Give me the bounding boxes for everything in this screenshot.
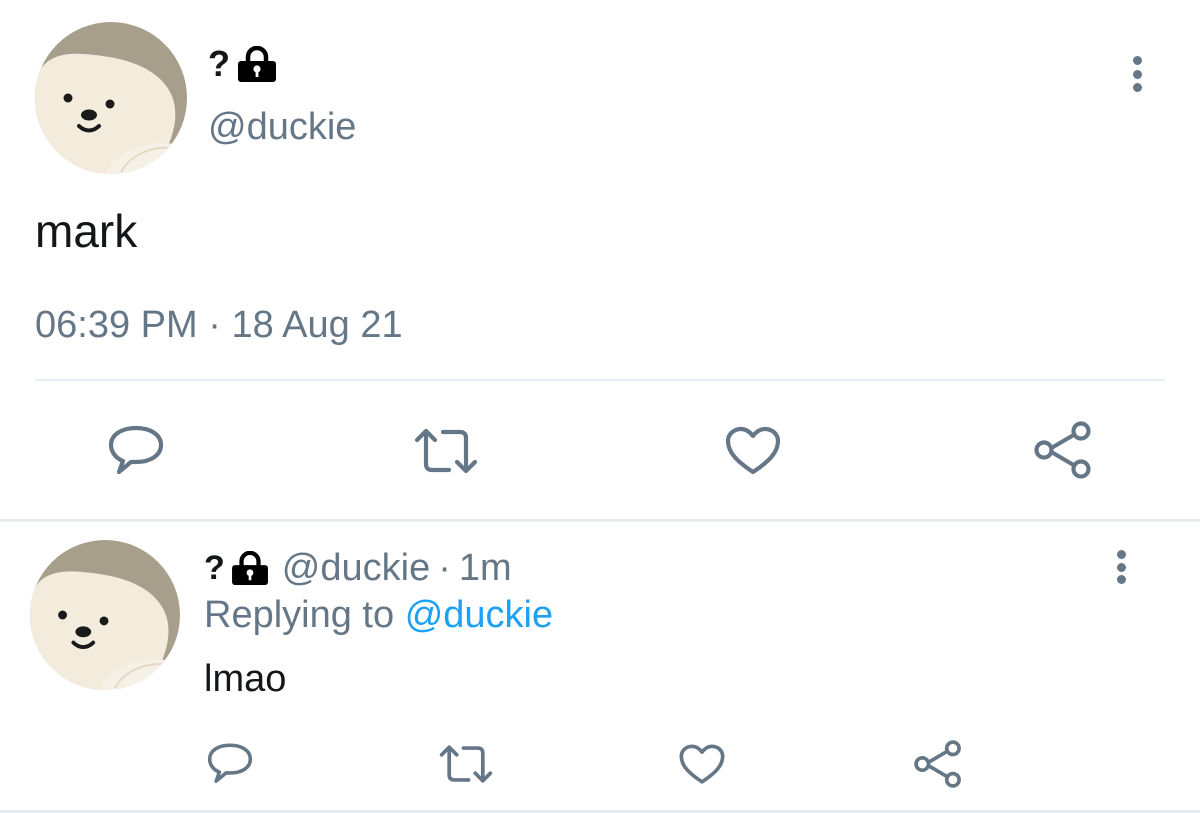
more-options-button[interactable] [1112, 550, 1130, 584]
tweet-text: mark [35, 205, 138, 257]
reply-time[interactable]: 1m [459, 547, 512, 590]
author-name-row: ? [208, 43, 278, 85]
more-vertical-icon [1116, 550, 1126, 559]
lock-icon [236, 46, 278, 82]
retweet-button[interactable] [436, 738, 496, 790]
bear-avatar-icon [30, 540, 180, 690]
retweet-icon [439, 745, 493, 783]
replying-prefix: Replying to [204, 594, 395, 636]
display-name[interactable]: ? [208, 43, 230, 85]
replying-to-link[interactable]: @duckie [405, 594, 553, 636]
reply-icon [108, 425, 164, 475]
more-dot [1116, 562, 1126, 572]
more-dot [1116, 575, 1126, 584]
heart-icon [679, 743, 725, 784]
timestamp-separator: · [208, 304, 221, 346]
author-handle[interactable]: @duckie [208, 106, 356, 149]
more-vertical-icon [1132, 56, 1142, 65]
share-icon [1034, 421, 1091, 479]
avatar[interactable] [35, 22, 187, 174]
tweet-text: lmao [204, 658, 287, 700]
like-button[interactable] [676, 738, 728, 790]
bear-avatar-icon [35, 22, 187, 174]
like-button[interactable] [722, 420, 784, 482]
tweet-time: 06:39 PM [35, 304, 198, 346]
retweet-button[interactable] [412, 420, 480, 482]
meta-separator: · [438, 546, 451, 589]
more-dot [1132, 69, 1142, 79]
avatar[interactable] [30, 540, 180, 690]
reply-icon [207, 743, 253, 783]
share-button[interactable] [1032, 418, 1094, 482]
lock-icon [230, 551, 270, 585]
heart-icon [725, 426, 781, 475]
more-dot [1132, 83, 1142, 92]
divider [35, 379, 1165, 381]
share-button[interactable] [912, 736, 964, 792]
retweet-icon [414, 428, 478, 474]
display-name[interactable]: ? [204, 549, 225, 588]
share-icon [914, 740, 961, 788]
author-handle[interactable]: @duckie [282, 547, 430, 590]
more-options-button[interactable] [1128, 56, 1146, 92]
tweet-separator [0, 519, 1200, 522]
reply-author-row: ? @duckie · 1m [204, 546, 512, 590]
reply-button[interactable] [105, 420, 167, 482]
replying-to-line: Replying to @duckie [204, 594, 553, 637]
tweet-timestamp[interactable]: 06:39 PM · 18 Aug 21 [35, 304, 403, 347]
reply-button[interactable] [204, 738, 256, 790]
tweet-date: 18 Aug 21 [231, 304, 403, 346]
